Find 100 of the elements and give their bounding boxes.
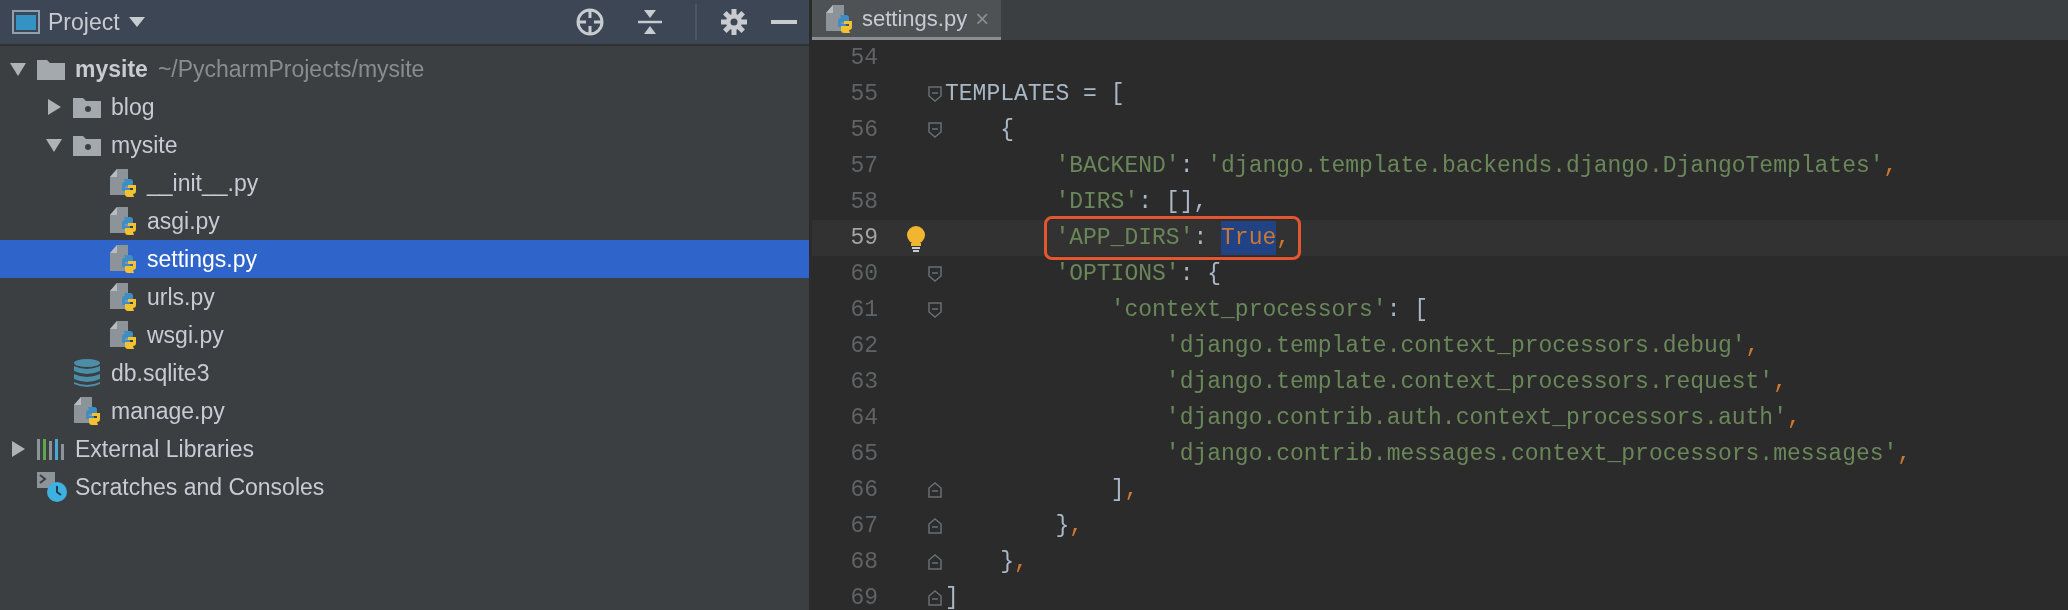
tree-item[interactable]: mysite ~/PycharmProjects/mysite (0, 50, 809, 88)
fold-marker-icon[interactable] (928, 482, 942, 498)
code-token: } (1000, 547, 1014, 577)
expanded-arrow-icon[interactable] (9, 60, 27, 78)
code-token: , (1069, 511, 1084, 541)
collapse-all-icon[interactable] (637, 8, 663, 36)
tree-item[interactable]: mysite (0, 126, 809, 164)
code-token: 'django.template.context_processors.request' (1165, 367, 1774, 397)
fold-marker-icon[interactable] (928, 86, 942, 102)
line-number: 56 (849, 115, 878, 145)
folder-icon (36, 57, 66, 81)
code-token: 'django.template.backends.django.DjangoTemplates' (1207, 151, 1884, 181)
item-name: manage.py (110, 396, 225, 426)
code-token: ] (1110, 475, 1125, 505)
item-name: db.sqlite3 (110, 358, 210, 388)
python-file-icon (824, 2, 854, 35)
code-token: ] (945, 583, 959, 610)
line-number: 61 (849, 295, 878, 325)
code-token: : { (1179, 259, 1222, 289)
tree-item[interactable]: External Libraries (0, 430, 809, 468)
crosshair-icon[interactable] (575, 7, 605, 37)
line-number: 69 (849, 583, 878, 610)
python-file-icon (108, 319, 138, 351)
folder-icon (72, 133, 102, 157)
project-path: ~/PycharmProjects/mysite (157, 54, 425, 84)
code-token: , (1014, 547, 1028, 577)
tree-item[interactable]: Scratches and Consoles (0, 468, 809, 506)
line-number: 64 (849, 403, 878, 433)
tree-item[interactable]: wsgi.py (0, 316, 809, 354)
code-token: , (1897, 439, 1912, 469)
code-token: , (1786, 403, 1801, 433)
code-token: : (1179, 151, 1195, 181)
item-name: External Libraries (74, 434, 254, 464)
database-icon (72, 358, 102, 388)
code-token: : [ (1386, 295, 1429, 325)
fold-marker-icon[interactable] (928, 518, 942, 534)
collapsed-arrow-icon[interactable] (9, 440, 27, 458)
code-token: , (1124, 475, 1139, 505)
code-token: 'BACKEND' (1055, 151, 1180, 181)
editor-tab[interactable]: settings.py × (812, 0, 1002, 40)
tree-item[interactable]: __init__.py (0, 164, 809, 202)
code-token: , (1745, 331, 1760, 361)
code-token: , (1773, 367, 1787, 397)
code-token: } (1055, 511, 1070, 541)
item-name: urls.py (146, 282, 215, 312)
line-number: 60 (849, 259, 878, 289)
line-number: 67 (849, 511, 878, 541)
code-token: TEMPLATES = [ (945, 79, 1125, 109)
code-token: , (1883, 151, 1898, 181)
item-name: Scratches and Consoles (74, 472, 325, 502)
item-name: mysite (110, 130, 178, 160)
tree-item[interactable]: blog (0, 88, 809, 126)
code-token: : [], (1138, 187, 1208, 217)
fold-marker-icon[interactable] (928, 590, 942, 606)
line-number: 63 (849, 367, 878, 397)
line-number: 58 (849, 187, 878, 217)
lightbulb-icon[interactable] (905, 225, 927, 253)
settings-icon[interactable] (721, 9, 747, 35)
line-number: 62 (849, 331, 878, 361)
tree-item[interactable]: settings.py (0, 240, 809, 278)
line-number: 66 (849, 475, 878, 505)
expanded-arrow-icon[interactable] (45, 136, 63, 154)
scratch-clock-icon (36, 471, 68, 503)
python-file-icon (108, 281, 138, 313)
selected-code-token: True (1221, 220, 1277, 256)
code-token: , (1276, 223, 1291, 253)
dropdown-caret-icon[interactable] (127, 16, 146, 28)
collapsed-arrow-icon[interactable] (45, 98, 63, 116)
line-number: 57 (849, 151, 878, 181)
code-token: 'DIRS' (1055, 187, 1139, 217)
tree-item[interactable]: manage.py (0, 392, 809, 430)
tree-item[interactable]: asgi.py (0, 202, 809, 240)
code-token: 'APP_DIRS' (1055, 223, 1194, 253)
tree-item[interactable]: urls.py (0, 278, 809, 316)
item-name: asgi.py (146, 206, 220, 236)
line-number: 55 (849, 79, 878, 109)
fold-marker-icon[interactable] (928, 122, 942, 138)
window-icon (12, 10, 40, 34)
python-file-icon (72, 395, 102, 427)
code-token: : (1193, 223, 1209, 253)
line-number: 68 (849, 547, 878, 577)
item-name: __init__.py (145, 168, 259, 198)
tree-item[interactable]: db.sqlite3 (0, 354, 809, 392)
code-token: 'context_processors' (1110, 295, 1387, 325)
python-file-icon (108, 243, 138, 275)
python-file-icon (108, 205, 138, 237)
code-token: 'OPTIONS' (1055, 259, 1180, 289)
panel-title: Project (48, 7, 120, 37)
code-token: 'django.contrib.auth.context_processors.auth' (1165, 403, 1787, 433)
fold-marker-icon[interactable] (928, 554, 942, 570)
fold-marker-icon[interactable] (928, 302, 942, 318)
bar-chart-icon (36, 437, 66, 461)
fold-marker-icon[interactable] (928, 266, 942, 282)
folder-icon (72, 95, 102, 119)
item-name: blog (110, 92, 155, 122)
line-number: 65 (849, 439, 878, 469)
code-token: 'django.template.context_processors.debug' (1165, 331, 1746, 361)
python-file-icon (108, 167, 138, 199)
code-token: { (1000, 115, 1014, 145)
code-token: 'django.contrib.messages.context_processors.messages' (1165, 439, 1898, 469)
